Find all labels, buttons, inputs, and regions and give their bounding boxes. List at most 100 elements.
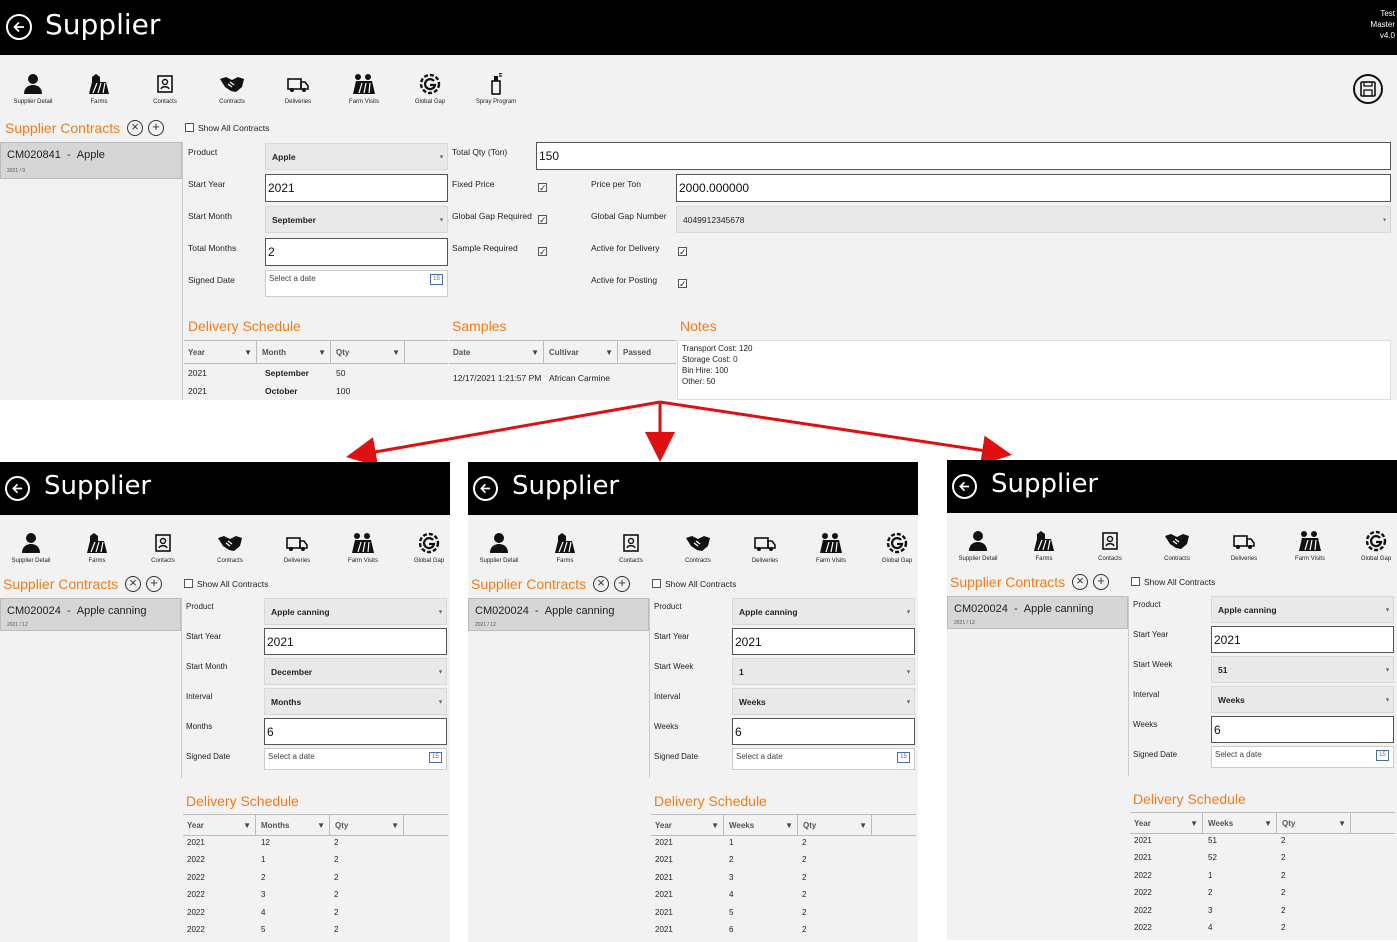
nav-farm-visits[interactable]: Farm Visits <box>335 532 391 564</box>
product-combo[interactable]: Apple canning ▾ <box>732 598 915 625</box>
count-input[interactable]: 6 <box>1211 716 1394 743</box>
global-gap-required-checkbox[interactable]: ✓ <box>538 215 547 225</box>
signed-date-picker[interactable]: Select a date 15 <box>732 748 915 770</box>
signed-date-picker[interactable]: Select a date 15 <box>1211 746 1394 768</box>
sample-required-checkbox[interactable]: ✓ <box>538 247 547 257</box>
show-all-contracts-checkbox[interactable] <box>652 579 661 588</box>
delete-contract-button[interactable]: × <box>127 120 143 136</box>
count-input[interactable]: 6 <box>732 718 915 745</box>
contract-list-item[interactable]: CM020024 - Apple canning 2021 / 12 <box>468 598 649 631</box>
nav-contacts[interactable]: Contacts <box>603 532 659 564</box>
nav-supplier-detail[interactable]: Supplier Detail <box>950 530 1006 562</box>
product-combo[interactable]: Apple canning ▾ <box>1211 596 1394 623</box>
calendar-icon[interactable]: 15 <box>430 274 443 285</box>
filter-icon[interactable]: ▼ <box>391 821 399 830</box>
nav-supplier-detail[interactable]: Supplier Detail <box>3 532 59 564</box>
nav-farms[interactable]: Farms <box>71 73 127 105</box>
delete-contract-button[interactable]: × <box>593 576 609 592</box>
nav-farms[interactable]: Farms <box>69 532 125 564</box>
nav-deliveries[interactable]: Deliveries <box>737 532 793 564</box>
nav-supplier-detail[interactable]: Supplier Detail <box>5 73 61 105</box>
count-input[interactable]: 6 <box>264 718 447 745</box>
back-button[interactable] <box>473 476 498 501</box>
start-year-input[interactable]: 2021 <box>264 628 447 655</box>
filter-icon[interactable]: ▼ <box>318 348 326 357</box>
nav-contracts[interactable]: Contracts <box>1149 530 1205 562</box>
filter-icon[interactable]: ▼ <box>1190 819 1198 828</box>
nav-deliveries[interactable]: Deliveries <box>269 532 325 564</box>
nav-contracts[interactable]: Contracts <box>204 73 260 105</box>
calendar-icon[interactable]: 15 <box>897 752 910 763</box>
notes-textarea[interactable]: Transport Cost: 120 Storage Cost: 0 Bin … <box>677 340 1391 400</box>
col-qty[interactable]: Qty ▼ <box>799 815 872 835</box>
contract-list-item[interactable]: CM020024 - Apple canning 2021 / 12 <box>0 598 181 631</box>
col-date[interactable]: Date ▼ <box>449 341 544 363</box>
back-button[interactable] <box>952 474 977 499</box>
filter-icon[interactable]: ▼ <box>711 821 719 830</box>
fixed-price-checkbox[interactable]: ✓ <box>538 183 547 193</box>
filter-icon[interactable]: ▼ <box>859 821 867 830</box>
start-year-input[interactable]: 2021 <box>1211 626 1394 653</box>
col-period[interactable]: Weeks ▼ <box>725 815 798 835</box>
col-year[interactable]: Year ▼ <box>184 341 257 363</box>
nav-contracts[interactable]: Contracts <box>670 532 726 564</box>
nav-global-gap[interactable]: Global Gap <box>1348 530 1397 562</box>
show-all-contracts-checkbox[interactable] <box>185 123 194 132</box>
nav-contracts[interactable]: Contracts <box>202 532 258 564</box>
nav-farm-visits[interactable]: Farm Visits <box>803 532 859 564</box>
nav-contacts[interactable]: Contacts <box>1082 530 1138 562</box>
start-period-combo[interactable]: December ▾ <box>264 658 447 685</box>
nav-spray-program[interactable]: Spray Program <box>468 73 524 105</box>
col-month[interactable]: Month ▼ <box>258 341 331 363</box>
active-posting-checkbox[interactable]: ✓ <box>678 279 687 289</box>
nav-deliveries[interactable]: Deliveries <box>1216 530 1272 562</box>
total-months-input[interactable]: 2 <box>265 238 448 266</box>
start-period-combo[interactable]: 51 ▾ <box>1211 656 1394 683</box>
start-month-combo[interactable]: September ▾ <box>265 206 448 233</box>
calendar-icon[interactable]: 15 <box>429 752 442 763</box>
filter-icon[interactable]: ▼ <box>392 348 400 357</box>
col-cultivar[interactable]: Cultivar ▼ <box>545 341 618 363</box>
filter-icon[interactable]: ▼ <box>1338 819 1346 828</box>
save-button[interactable] <box>1353 74 1383 104</box>
col-qty[interactable]: Qty ▼ <box>331 815 404 835</box>
nav-farm-visits[interactable]: Farm Visits <box>336 73 392 105</box>
interval-combo[interactable]: Weeks ▾ <box>732 688 915 715</box>
filter-icon[interactable]: ▼ <box>785 821 793 830</box>
start-year-input[interactable]: 2021 <box>265 174 448 202</box>
total-qty-input[interactable]: 150 <box>536 142 1391 170</box>
product-combo[interactable]: Apple canning ▾ <box>264 598 447 625</box>
filter-icon[interactable]: ▼ <box>1264 819 1272 828</box>
price-per-ton-input[interactable]: 2000.000000 <box>676 174 1391 202</box>
add-contract-button[interactable]: + <box>1093 574 1109 590</box>
nav-global-gap[interactable]: Global Gap <box>869 532 918 564</box>
signed-date-picker[interactable]: Select a date 15 <box>264 748 447 770</box>
filter-icon[interactable]: ▼ <box>531 348 539 357</box>
col-year[interactable]: Year ▼ <box>1130 813 1203 833</box>
contract-list-item[interactable]: CM020024 - Apple canning 2021 / 12 <box>947 596 1128 629</box>
start-period-combo[interactable]: 1 ▾ <box>732 658 915 685</box>
filter-icon[interactable]: ▼ <box>244 348 252 357</box>
add-contract-button[interactable]: + <box>614 576 630 592</box>
delete-contract-button[interactable]: × <box>125 576 141 592</box>
col-passed[interactable]: Passed <box>619 341 676 363</box>
col-period[interactable]: Weeks ▼ <box>1204 813 1277 833</box>
col-period[interactable]: Months ▼ <box>257 815 330 835</box>
delete-contract-button[interactable]: × <box>1072 574 1088 590</box>
col-qty[interactable]: Qty ▼ <box>332 341 405 363</box>
col-year[interactable]: Year ▼ <box>651 815 724 835</box>
interval-combo[interactable]: Weeks ▾ <box>1211 686 1394 713</box>
contract-list-item[interactable]: CM020841 - Apple 2021 / 9 <box>0 142 182 179</box>
show-all-contracts-checkbox[interactable] <box>184 579 193 588</box>
col-year[interactable]: Year ▼ <box>183 815 256 835</box>
nav-global-gap[interactable]: Global Gap <box>402 73 458 105</box>
global-gap-number-combo[interactable]: 4049912345678 ▾ <box>676 206 1391 233</box>
nav-contacts[interactable]: Contacts <box>135 532 191 564</box>
filter-icon[interactable]: ▼ <box>243 821 251 830</box>
back-button[interactable] <box>6 14 32 40</box>
filter-icon[interactable]: ▼ <box>317 821 325 830</box>
active-delivery-checkbox[interactable]: ✓ <box>678 247 687 257</box>
product-combo[interactable]: Apple ▾ <box>265 143 448 170</box>
add-contract-button[interactable]: + <box>146 576 162 592</box>
nav-supplier-detail[interactable]: Supplier Detail <box>471 532 527 564</box>
